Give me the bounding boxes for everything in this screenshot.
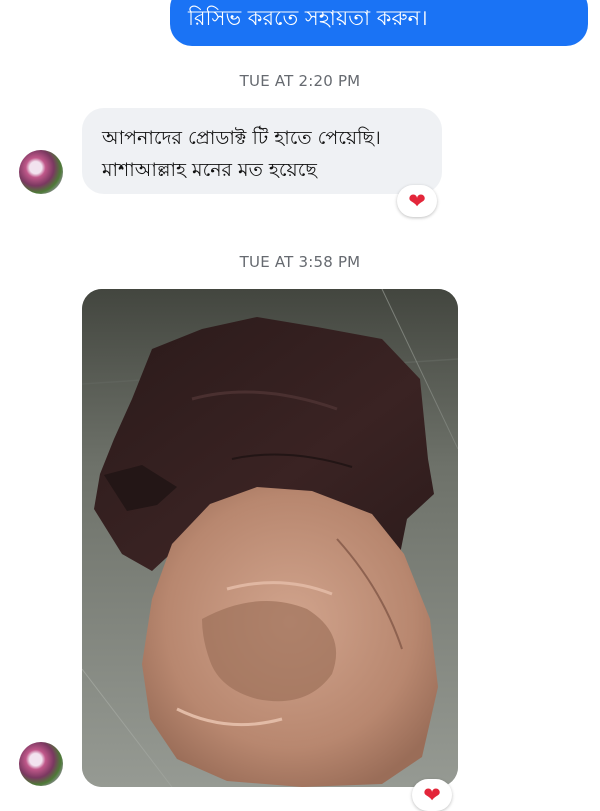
message-line: আপনাদের প্রোডাক্ট টি হাতে পেয়েছি। xyxy=(102,127,381,149)
sent-message-bubble[interactable]: রিসিভ করতে সহায়তা করুন। xyxy=(170,0,588,46)
timestamp-divider: TUE AT 3:58 PM xyxy=(239,253,361,271)
photo-image xyxy=(82,289,458,787)
heart-icon[interactable]: ❤ xyxy=(412,779,452,811)
timestamp-divider: TUE AT 2:20 PM xyxy=(239,72,361,90)
avatar[interactable] xyxy=(19,150,63,194)
message-line: মাশাআল্লাহ মনের মত হয়েছে xyxy=(102,159,317,181)
photo-attachment[interactable] xyxy=(82,289,458,787)
received-message-bubble[interactable]: আপনাদের প্রোডাক্ট টি হাতে পেয়েছি। মাশাআ… xyxy=(82,108,442,194)
heart-icon[interactable]: ❤ xyxy=(397,185,437,217)
avatar[interactable] xyxy=(19,742,63,786)
